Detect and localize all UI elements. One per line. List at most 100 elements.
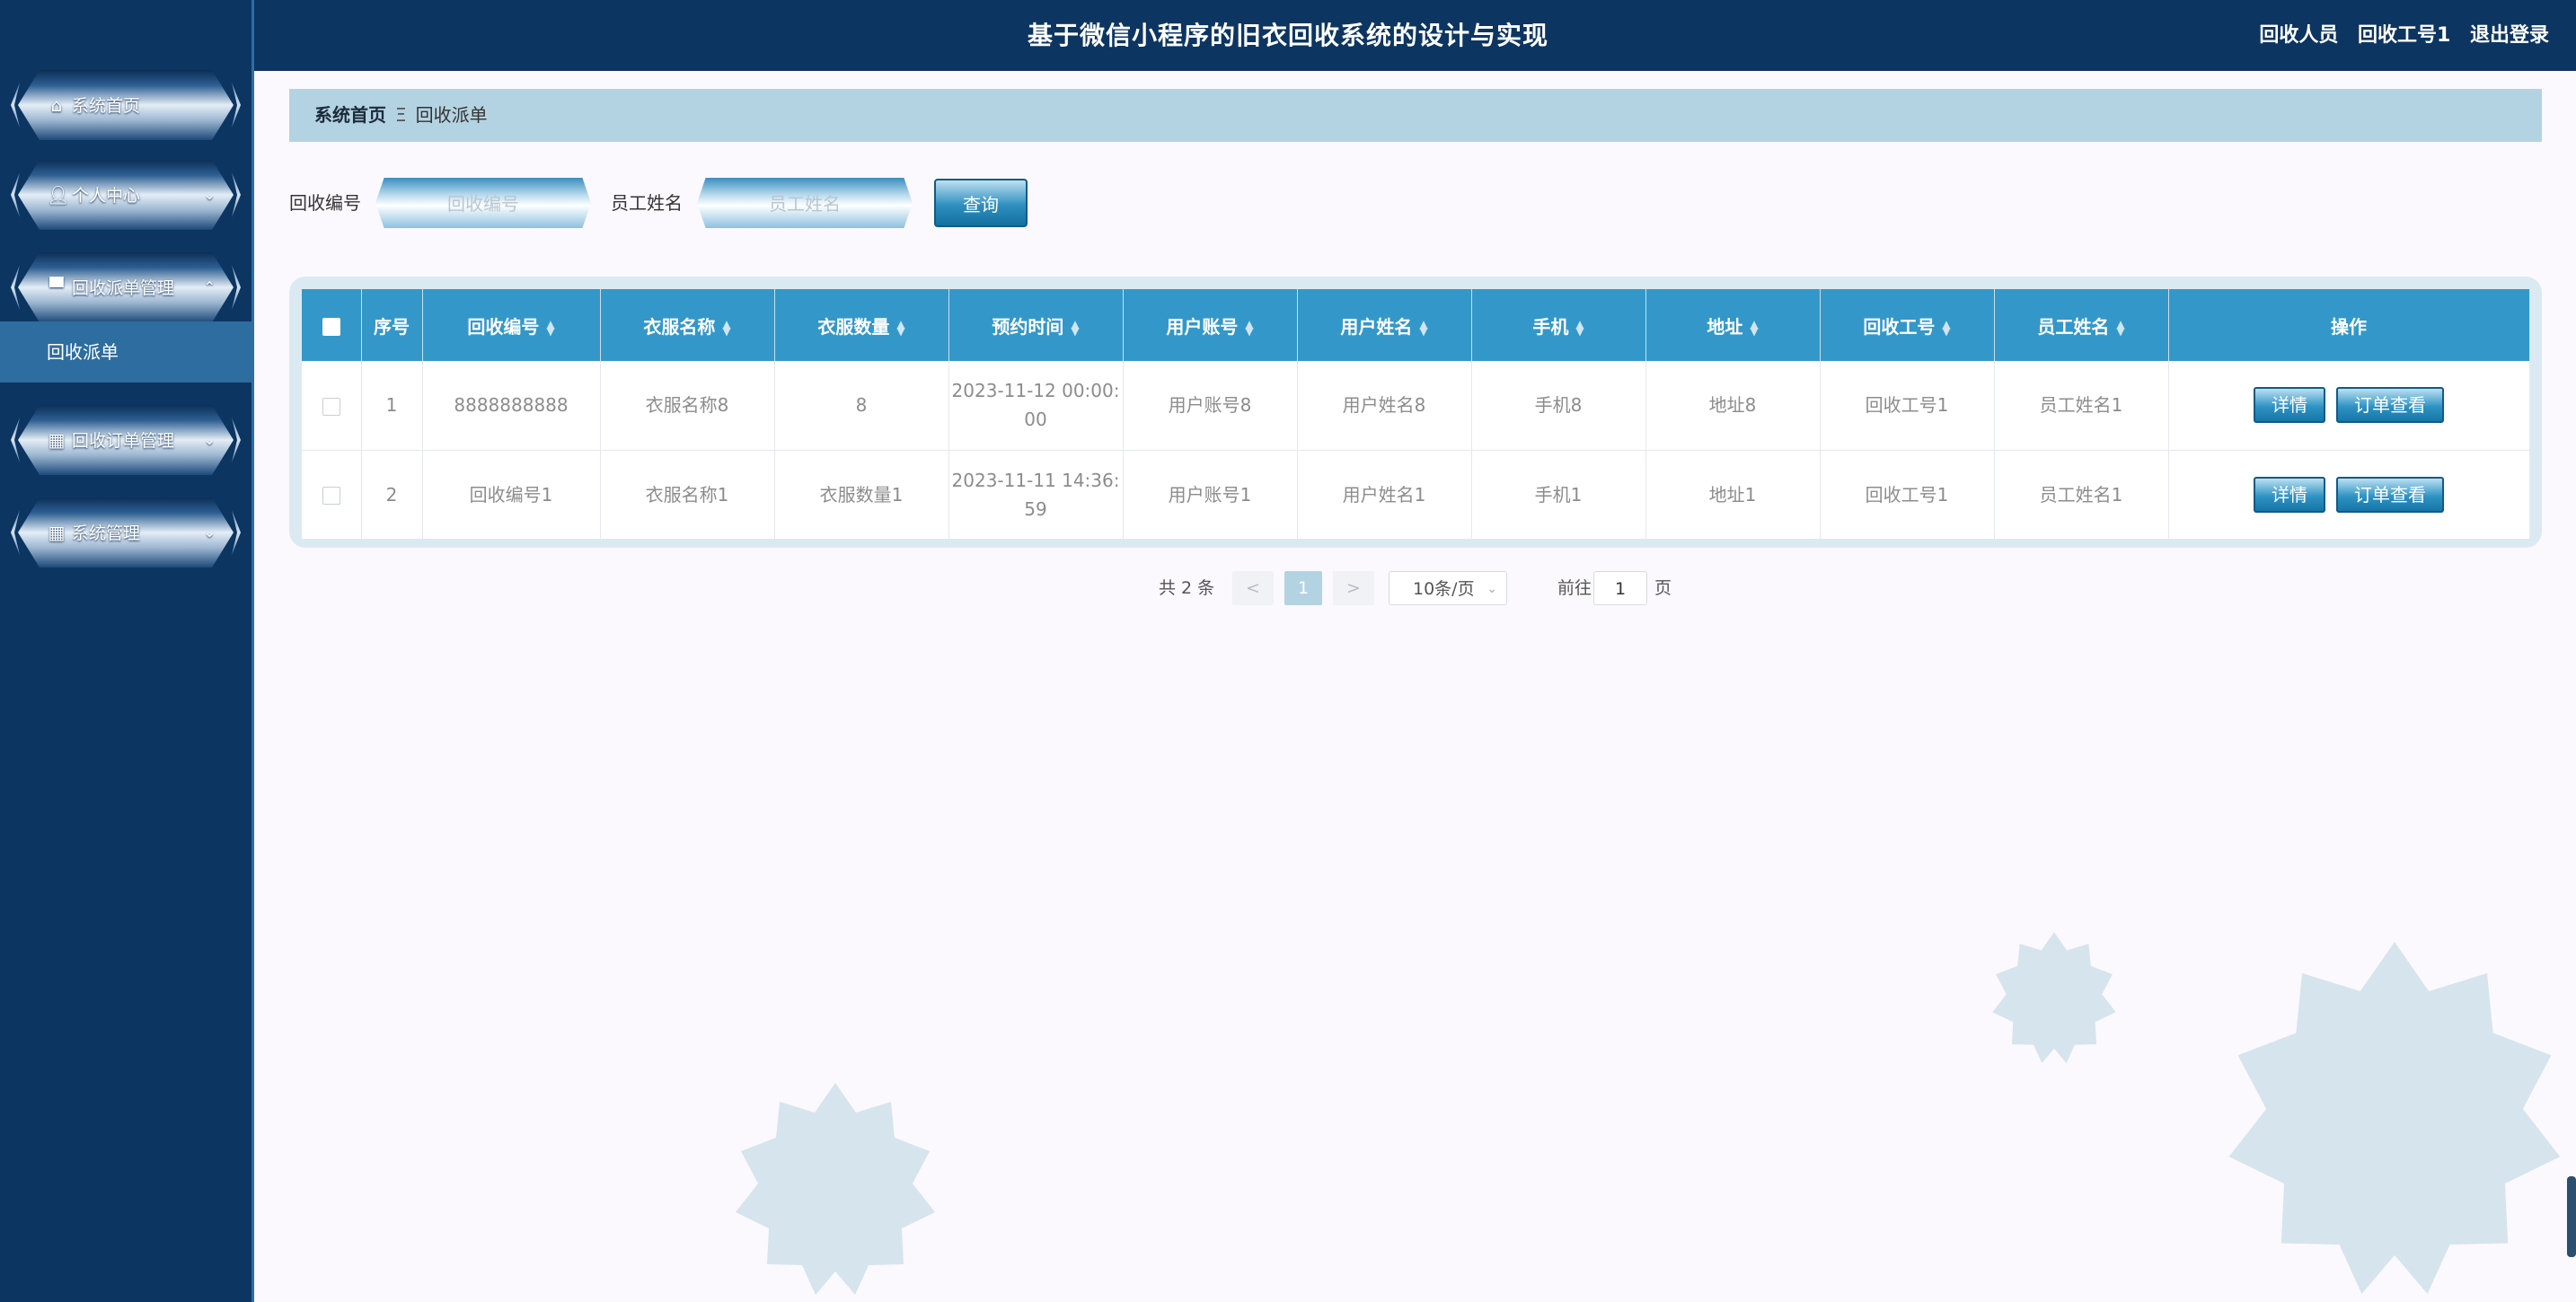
- col-actions: 操作: [2168, 289, 2530, 361]
- cell-phone: 手机1: [1471, 450, 1646, 539]
- star-shape: [2228, 942, 2561, 1294]
- cell-qty: 8: [774, 361, 949, 450]
- pagination-total: 共 2 条: [1159, 578, 1215, 598]
- sort-icon[interactable]: ▲ ▼: [1750, 319, 1758, 337]
- col-address-label: 地址: [1707, 315, 1743, 338]
- sidebar-item-content: ▦ 系统管理 ⌄: [47, 497, 216, 567]
- header: 基于微信小程序的旧衣回收系统的设计与实现 回收人员 回收工号1 退出登录: [254, 0, 2576, 71]
- breadcrumb-separator: Ξ: [395, 104, 407, 126]
- cell-actions: 详情 订单查看: [2168, 361, 2530, 450]
- sidebar-item-home[interactable]: ⌂ 系统首页: [11, 70, 241, 140]
- logout-link[interactable]: 退出登录: [2470, 24, 2549, 47]
- staff-input[interactable]: [710, 187, 900, 221]
- sidebar-item-label: 个人中心: [72, 186, 141, 206]
- sort-icon[interactable]: ▲ ▼: [546, 319, 554, 337]
- col-code-label: 回收编号: [467, 315, 540, 338]
- cell-index: 2: [361, 450, 423, 539]
- breadcrumb-home[interactable]: 系统首页: [314, 104, 386, 126]
- row-checkbox[interactable]: [322, 397, 340, 416]
- col-username[interactable]: 用户姓名 ▲ ▼: [1297, 289, 1472, 361]
- col-name[interactable]: 衣服名称 ▲ ▼: [600, 289, 775, 361]
- sort-icon[interactable]: ▲ ▼: [1245, 319, 1253, 337]
- col-time[interactable]: 预约时间 ▲ ▼: [948, 289, 1124, 361]
- cell-time: 2023-11-11 14:36: 59: [948, 450, 1124, 539]
- prev-page-button[interactable]: <: [1232, 571, 1274, 605]
- breadcrumb: 系统首页 Ξ 回收派单: [289, 89, 2542, 142]
- sidebar-item-label: 回收订单管理: [72, 431, 175, 451]
- detail-button[interactable]: 详情: [2254, 476, 2325, 513]
- query-button[interactable]: 查询: [934, 179, 1028, 227]
- code-input[interactable]: [388, 187, 578, 221]
- sidebar-item-personal[interactable]: 👤︎ 个人中心 ⌄: [11, 160, 241, 230]
- cell-worker-no: 回收工号1: [1820, 361, 1995, 450]
- row-checkbox[interactable]: [322, 487, 340, 505]
- col-worker-no[interactable]: 回收工号 ▲ ▼: [1820, 289, 1995, 361]
- col-address[interactable]: 地址 ▲ ▼: [1645, 289, 1821, 361]
- page-title: 基于微信小程序的旧衣回收系统的设计与实现: [1027, 21, 1548, 50]
- sort-icon[interactable]: ▲ ▼: [2116, 319, 2124, 337]
- cell-code: 8888888888: [422, 361, 601, 450]
- sidebar: ⌂ 系统首页 👤︎ 个人中心 ⌄ ▀ 回收派单管理 ⌃ 回收派单 ▦ 回收订单管理 ⌄: [0, 0, 254, 1302]
- sort-icon[interactable]: ▲ ▼: [1071, 319, 1079, 337]
- select-all-checkbox[interactable]: [322, 317, 340, 336]
- sidebar-item-content: ⌂ 系统首页: [47, 70, 216, 140]
- page-size-select[interactable]: 10条/页 ⌄: [1389, 571, 1507, 605]
- order-view-button[interactable]: 订单查看: [2336, 387, 2444, 424]
- cell-account: 用户账号1: [1123, 450, 1298, 539]
- cell-worker-no: 回收工号1: [1820, 450, 1995, 539]
- sidebar-item-orders[interactable]: ▦ 回收订单管理 ⌄: [11, 405, 241, 475]
- next-page-button[interactable]: >: [1333, 571, 1374, 605]
- page-suffix: 页: [1654, 578, 1672, 598]
- sort-icon[interactable]: ▲ ▼: [896, 319, 904, 337]
- row-select-cell: [302, 361, 362, 450]
- cell-address: 地址1: [1645, 450, 1821, 539]
- cell-index: 1: [361, 361, 423, 450]
- sidebar-item-dispatch[interactable]: ▀ 回收派单管理 ⌃: [11, 252, 241, 322]
- sort-icon[interactable]: ▲ ▼: [1942, 319, 1950, 337]
- col-username-label: 用户姓名: [1340, 315, 1413, 338]
- grid-icon: ▦: [48, 429, 66, 451]
- sidebar-item-label: 系统管理: [72, 523, 141, 543]
- user-icon: 👤︎: [47, 184, 70, 206]
- sort-icon[interactable]: ▲ ▼: [1575, 319, 1584, 337]
- user-name: 回收工号1: [2358, 24, 2451, 47]
- col-phone[interactable]: 手机 ▲ ▼: [1471, 289, 1646, 361]
- sidebar-item-label: 回收派单管理: [72, 278, 175, 298]
- data-table: 序号 回收编号 ▲ ▼ 衣服名称 ▲ ▼ 衣服数量 ▲ ▼ 预约时间 ▲ ▼ 用户账号 ▲ ▼ 用户…: [302, 289, 2530, 540]
- col-time-label: 预约时间: [992, 315, 1064, 338]
- col-qty-label: 衣服数量: [817, 315, 890, 338]
- sidebar-item-label: 系统首页: [72, 96, 141, 116]
- detail-button[interactable]: 详情: [2254, 387, 2325, 424]
- scroll-handle[interactable]: [2567, 1176, 2576, 1257]
- cell-phone: 手机8: [1471, 361, 1646, 450]
- cell-time: 2023-11-12 00:00: 00: [948, 361, 1124, 450]
- sidebar-item-content: 👤︎ 个人中心 ⌄: [47, 160, 216, 230]
- col-qty[interactable]: 衣服数量 ▲ ▼: [774, 289, 949, 361]
- page-size-value: 10条/页: [1413, 579, 1475, 599]
- grid-icon: ▦: [48, 522, 66, 543]
- cell-worker-name: 员工姓名1: [1994, 450, 2169, 539]
- decorative-star: [2228, 942, 2561, 1294]
- cell-time-part1: 2023-11-11 14:36:: [951, 469, 1120, 491]
- sort-icon[interactable]: ▲ ▼: [722, 319, 730, 337]
- col-worker-no-label: 回收工号: [1863, 315, 1936, 338]
- page-1-button[interactable]: 1: [1284, 571, 1322, 605]
- col-account[interactable]: 用户账号 ▲ ▼: [1123, 289, 1298, 361]
- sidebar-subitem-dispatch[interactable]: 回收派单: [0, 321, 251, 383]
- goto-page-input[interactable]: 1: [1593, 571, 1647, 605]
- order-view-button[interactable]: 订单查看: [2336, 476, 2444, 513]
- monitor-icon: ▀: [49, 277, 64, 298]
- col-index: 序号: [361, 289, 423, 361]
- cell-username: 用户姓名1: [1297, 450, 1472, 539]
- sort-icon[interactable]: ▲ ▼: [1419, 319, 1427, 337]
- staff-input-wrap: [697, 178, 913, 228]
- star-shape: [736, 1083, 935, 1295]
- sidebar-item-system[interactable]: ▦ 系统管理 ⌄: [11, 497, 241, 567]
- col-code[interactable]: 回收编号 ▲ ▼: [422, 289, 601, 361]
- table-container: 序号 回收编号 ▲ ▼ 衣服名称 ▲ ▼ 衣服数量 ▲ ▼ 预约时间 ▲ ▼ 用户账号 ▲ ▼ 用户…: [289, 277, 2542, 548]
- col-worker-name[interactable]: 员工姓名 ▲ ▼: [1994, 289, 2169, 361]
- cell-account: 用户账号8: [1123, 361, 1298, 450]
- cell-name: 衣服名称1: [600, 450, 775, 539]
- chevron-up-icon: ⌃: [203, 278, 216, 295]
- chevron-down-icon: ⌄: [203, 431, 216, 448]
